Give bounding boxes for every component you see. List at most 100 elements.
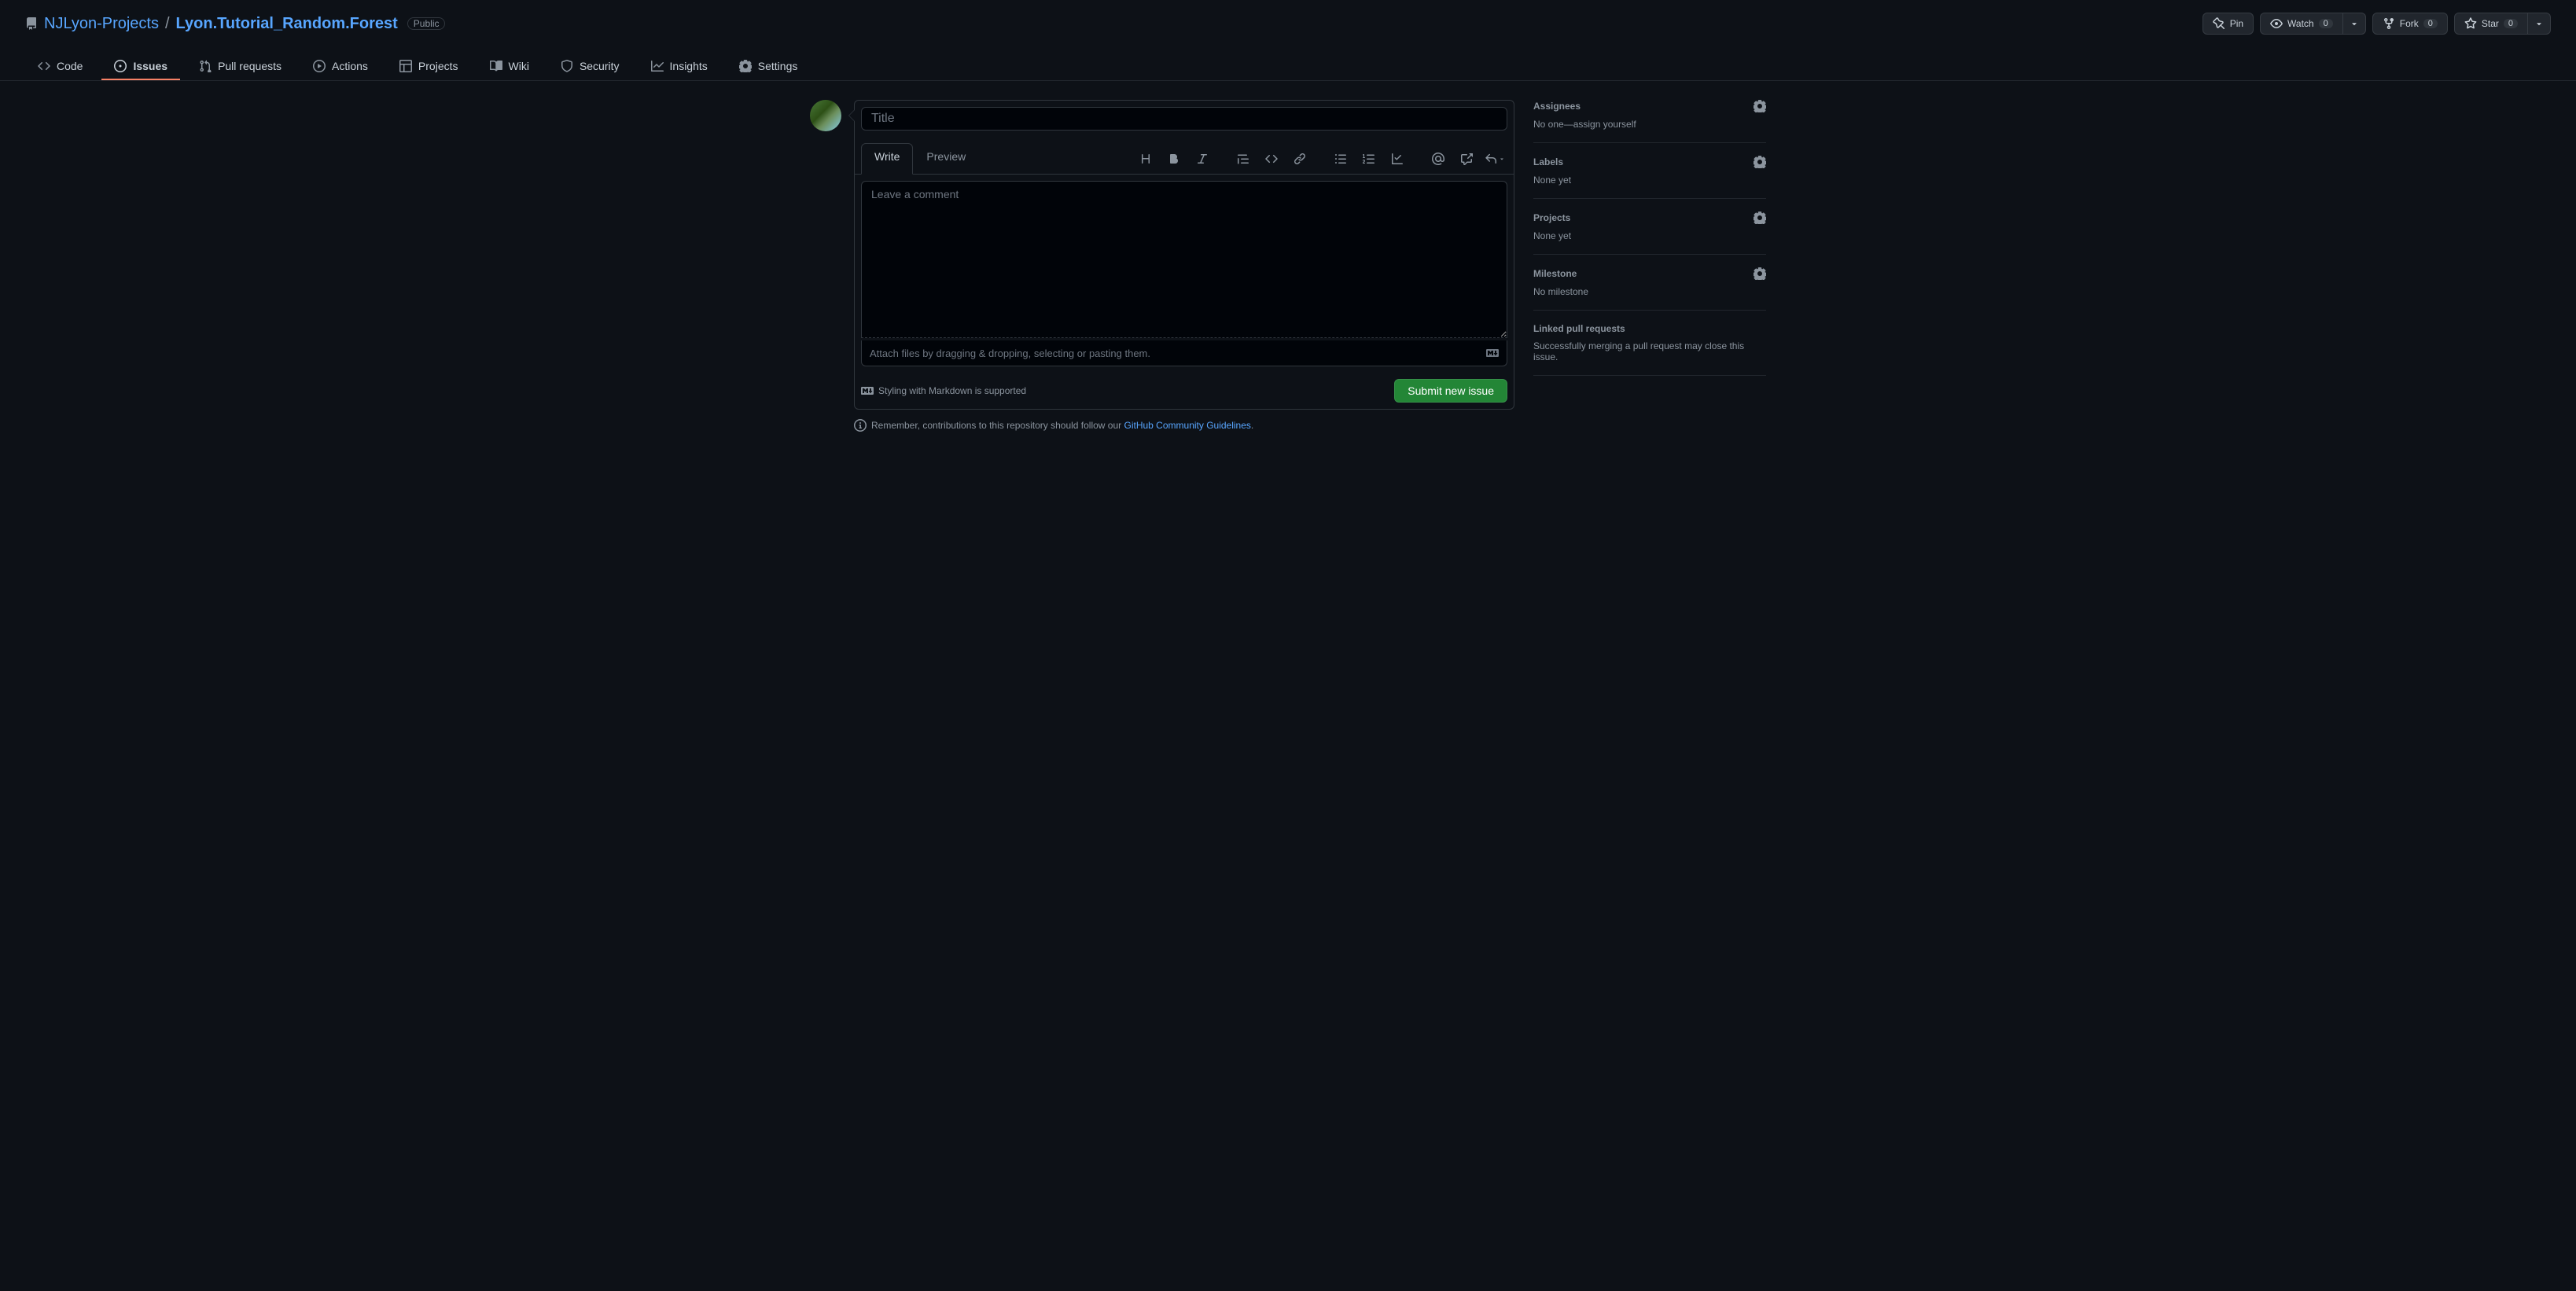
attach-bar[interactable]: Attach files by dragging & dropping, sel… — [861, 340, 1507, 366]
saved-reply-button[interactable] — [1482, 146, 1507, 171]
repo-link[interactable]: Lyon.Tutorial_Random.Forest — [176, 15, 398, 33]
pin-label: Pin — [2230, 18, 2243, 29]
assignees-header[interactable]: Assignees — [1533, 100, 1766, 112]
watch-label: Watch — [2287, 18, 2314, 29]
submit-button[interactable]: Submit new issue — [1394, 379, 1507, 403]
gear-icon[interactable] — [1754, 211, 1766, 224]
projects-header[interactable]: Projects — [1533, 211, 1766, 224]
mention-button[interactable] — [1426, 146, 1451, 171]
italic-icon — [1196, 153, 1209, 165]
eye-icon — [2270, 17, 2283, 30]
guidelines-link[interactable]: GitHub Community Guidelines — [1124, 420, 1251, 431]
bold-button[interactable] — [1161, 146, 1187, 171]
labels-title: Labels — [1533, 156, 1563, 167]
tab-pr-label: Pull requests — [218, 60, 282, 72]
code-button[interactable] — [1259, 146, 1284, 171]
preview-tab[interactable]: Preview — [913, 143, 979, 175]
code-icon — [1265, 153, 1278, 165]
tab-wiki-label: Wiki — [509, 60, 529, 72]
mention-icon — [1432, 153, 1444, 165]
tab-actions-label: Actions — [332, 60, 368, 72]
tab-security[interactable]: Security — [548, 53, 632, 80]
watch-count: 0 — [2319, 19, 2333, 28]
star-count: 0 — [2504, 19, 2518, 28]
fork-label: Fork — [2400, 18, 2419, 29]
watch-button[interactable]: Watch 0 — [2260, 13, 2343, 35]
assign-yourself-link[interactable]: No one—assign yourself — [1533, 119, 1766, 130]
gear-icon[interactable] — [1754, 267, 1766, 280]
tab-settings-label: Settings — [758, 60, 798, 72]
tab-security-label: Security — [580, 60, 620, 72]
tab-issues[interactable]: Issues — [101, 53, 180, 80]
star-button[interactable]: Star 0 — [2454, 13, 2528, 35]
gear-icon[interactable] — [1754, 156, 1766, 168]
star-dropdown[interactable] — [2528, 13, 2551, 35]
labels-header[interactable]: Labels — [1533, 156, 1766, 168]
markdown-icon — [861, 384, 874, 397]
reply-icon — [1485, 153, 1497, 165]
tab-settings[interactable]: Settings — [727, 53, 811, 80]
play-icon — [313, 60, 326, 72]
tab-projects[interactable]: Projects — [387, 53, 471, 80]
tab-wiki[interactable]: Wiki — [477, 53, 542, 80]
pull-request-icon — [199, 60, 212, 72]
attach-hint: Attach files by dragging & dropping, sel… — [870, 348, 1150, 359]
bold-icon — [1168, 153, 1180, 165]
pin-button[interactable]: Pin — [2202, 13, 2254, 35]
milestone-header[interactable]: Milestone — [1533, 267, 1766, 280]
tab-issues-label: Issues — [133, 60, 167, 72]
gear-icon[interactable] — [1754, 100, 1766, 112]
owner-link[interactable]: NJLyon-Projects — [44, 15, 159, 33]
tab-pull-requests[interactable]: Pull requests — [186, 53, 294, 80]
write-tab[interactable]: Write — [861, 143, 913, 175]
visibility-badge: Public — [407, 17, 446, 30]
info-icon — [854, 419, 867, 432]
book-icon — [490, 60, 502, 72]
gear-icon — [739, 60, 752, 72]
notice: Remember, contributions to this reposito… — [854, 419, 1514, 432]
linked-prs-title: Linked pull requests — [1533, 323, 1625, 334]
quote-button[interactable] — [1231, 146, 1256, 171]
triangle-down-icon — [2350, 19, 2359, 28]
ordered-list-button[interactable] — [1356, 146, 1382, 171]
md-support-text: Styling with Markdown is supported — [878, 385, 1026, 396]
tab-code-label: Code — [57, 60, 83, 72]
fork-button[interactable]: Fork 0 — [2372, 13, 2448, 35]
quote-icon — [1237, 153, 1249, 165]
unordered-list-button[interactable] — [1328, 146, 1353, 171]
tab-actions[interactable]: Actions — [300, 53, 381, 80]
table-icon — [399, 60, 412, 72]
tab-projects-label: Projects — [418, 60, 458, 72]
avatar[interactable] — [810, 100, 841, 131]
linked-prs-header: Linked pull requests — [1533, 323, 1766, 334]
notice-prefix: Remember, contributions to this reposito… — [871, 420, 1124, 431]
linked-prs-value: Successfully merging a pull request may … — [1533, 340, 1766, 362]
graph-icon — [651, 60, 664, 72]
markdown-support[interactable]: Styling with Markdown is supported — [861, 384, 1026, 397]
notice-suffix: . — [1251, 420, 1253, 431]
heading-button[interactable] — [1133, 146, 1158, 171]
code-icon — [38, 60, 50, 72]
heading-icon — [1139, 153, 1152, 165]
shield-icon — [561, 60, 573, 72]
link-button[interactable] — [1287, 146, 1312, 171]
tab-insights[interactable]: Insights — [638, 53, 720, 80]
milestone-value: No milestone — [1533, 286, 1766, 297]
assignees-title: Assignees — [1533, 101, 1581, 112]
projects-title: Projects — [1533, 212, 1570, 223]
labels-value: None yet — [1533, 175, 1766, 186]
tab-code[interactable]: Code — [25, 53, 95, 80]
tasklist-button[interactable] — [1385, 146, 1410, 171]
fork-icon — [2383, 17, 2395, 30]
title-input[interactable] — [861, 107, 1507, 131]
comment-textarea[interactable] — [861, 181, 1507, 338]
fork-count: 0 — [2423, 19, 2438, 28]
cross-reference-button[interactable] — [1454, 146, 1479, 171]
tab-insights-label: Insights — [670, 60, 708, 72]
cross-reference-icon — [1460, 153, 1473, 165]
link-icon — [1294, 153, 1306, 165]
italic-button[interactable] — [1190, 146, 1215, 171]
triangle-down-icon — [2534, 19, 2544, 28]
watch-dropdown[interactable] — [2343, 13, 2366, 35]
pin-icon — [2213, 17, 2225, 30]
